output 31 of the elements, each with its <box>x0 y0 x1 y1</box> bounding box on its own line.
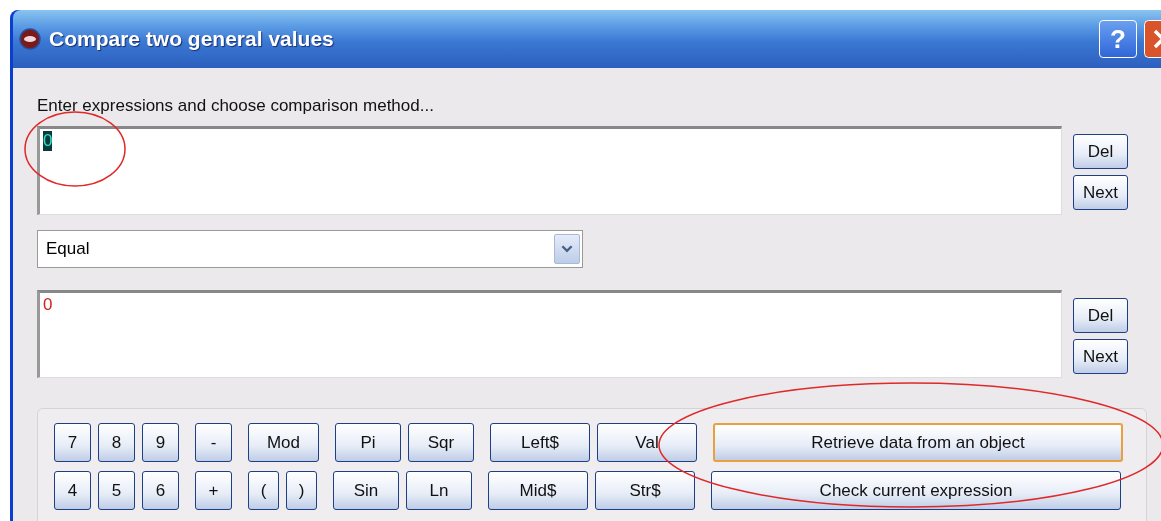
app-logo-icon <box>19 28 41 50</box>
next-button[interactable]: Next <box>1073 339 1128 374</box>
keypad-key[interactable]: 8 <box>98 423 135 462</box>
delete-button[interactable]: Del <box>1073 298 1128 333</box>
keypad-key[interactable]: Mod <box>248 423 319 462</box>
instruction-label: Enter expressions and choose comparison method... <box>37 96 435 116</box>
keypad-key[interactable]: Mid$ <box>488 471 588 510</box>
expression-field[interactable]: 0 <box>37 290 1062 378</box>
method-dropdown[interactable]: Equal <box>37 230 583 268</box>
keypad-key[interactable]: Left$ <box>490 423 590 462</box>
delete-button[interactable]: Del <box>1073 134 1128 169</box>
action-button[interactable]: Check current expression <box>711 471 1121 510</box>
keypad-key[interactable]: 9 <box>142 423 179 462</box>
keypad-key[interactable]: 7 <box>54 423 91 462</box>
keypad-key[interactable]: Sin <box>333 471 399 510</box>
keypad-key[interactable]: Val <box>597 423 697 462</box>
keypad-key[interactable]: ( <box>248 471 279 510</box>
window-title: Compare two general values <box>49 27 334 51</box>
expression-field[interactable]: 0 <box>37 126 1062 215</box>
keypad-key[interactable]: Sqr <box>408 423 474 462</box>
next-button[interactable]: Next <box>1073 175 1128 210</box>
keypad-key[interactable]: 4 <box>54 471 91 510</box>
keypad-key[interactable]: + <box>195 471 232 510</box>
keypad-key[interactable]: 6 <box>142 471 179 510</box>
keypad-key[interactable]: - <box>195 423 232 462</box>
keypad-key[interactable]: Ln <box>406 471 472 510</box>
keypad-key[interactable]: ) <box>286 471 317 510</box>
keypad-key[interactable]: 5 <box>98 471 135 510</box>
keypad-key[interactable]: Str$ <box>595 471 695 510</box>
keypad-key[interactable]: Pi <box>335 423 401 462</box>
action-button[interactable]: Retrieve data from an object <box>713 423 1123 462</box>
